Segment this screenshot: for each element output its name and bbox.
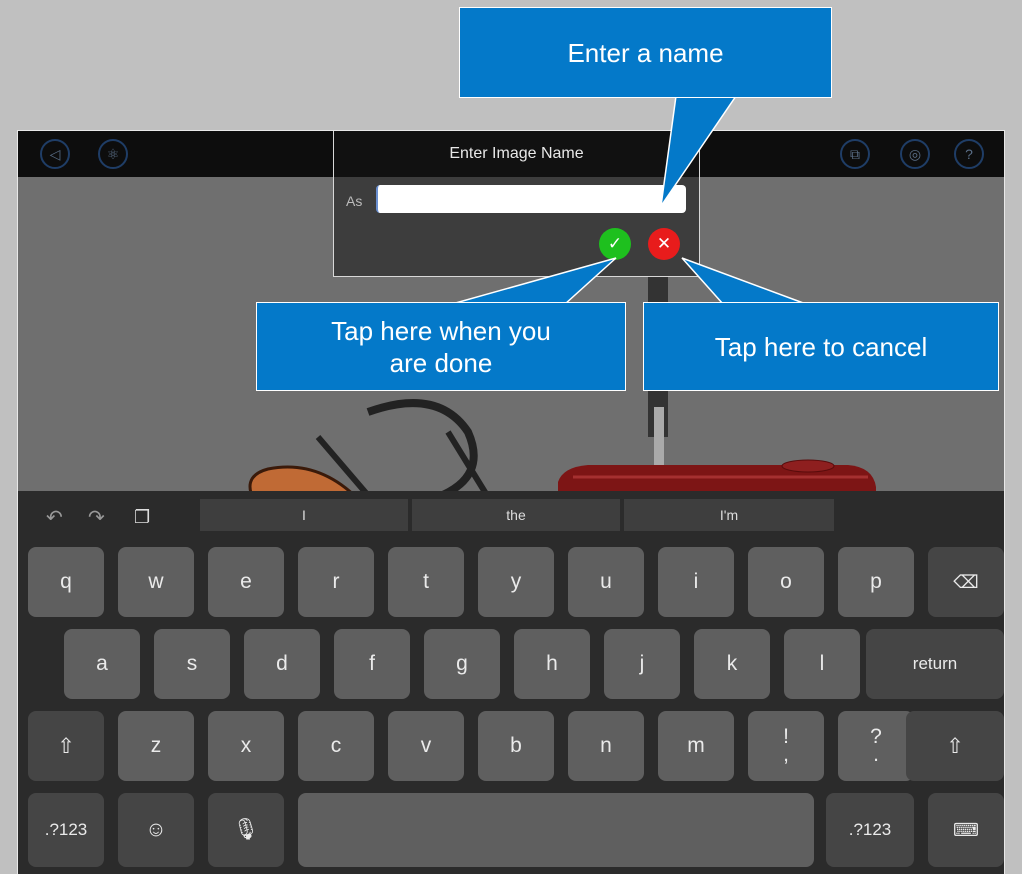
pointer-cancel bbox=[681, 257, 807, 305]
pointer-done bbox=[451, 257, 617, 305]
callout-done: Tap here when you are done bbox=[256, 302, 626, 391]
callout-pointers bbox=[451, 95, 807, 305]
callout-cancel: Tap here to cancel bbox=[643, 302, 999, 391]
callout-done-line1: Tap here when you bbox=[331, 315, 551, 346]
pointer-enter-name bbox=[660, 95, 738, 207]
callout-done-line2: are done bbox=[389, 347, 493, 378]
screen: { "topbar": { "back_icon": "triangle-lef… bbox=[0, 0, 1022, 874]
callout-enter-name: Enter a name bbox=[459, 7, 832, 98]
